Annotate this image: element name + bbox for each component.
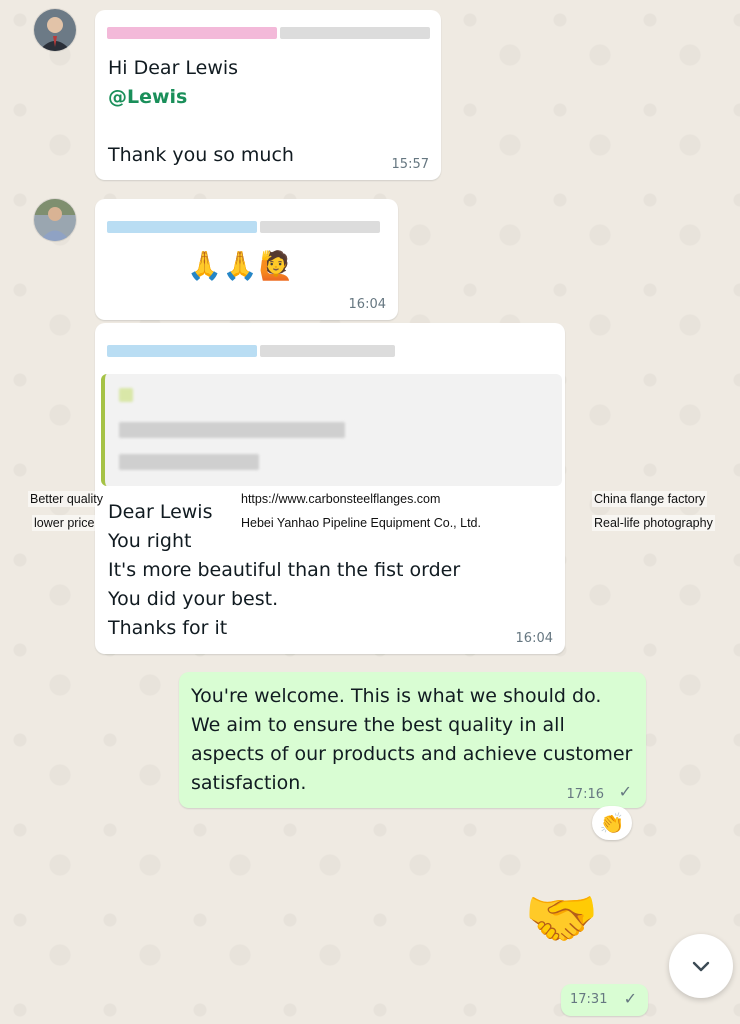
watermark-text: Better quality	[28, 491, 105, 507]
message-text: Hi Dear Lewis	[108, 57, 239, 79]
emoji-message: 🙏🙏🙋	[187, 249, 295, 282]
quoted-message[interactable]	[101, 374, 562, 486]
sender-name-redacted	[107, 221, 380, 233]
message-timestamp: 17:16	[566, 787, 604, 802]
sender-avatar[interactable]	[34, 9, 76, 51]
scroll-down-button[interactable]	[669, 934, 733, 998]
watermark-text: lower price	[32, 515, 97, 531]
watermark-text: Real-life photography	[592, 515, 715, 531]
incoming-message-bubble[interactable]: Dear Lewis You right It's more beautiful…	[95, 323, 565, 654]
outgoing-message-bubble[interactable]: 17:31 ✓	[561, 984, 648, 1016]
message-timestamp: 15:57	[391, 157, 429, 172]
mention-link[interactable]: @Lewis	[108, 83, 187, 112]
sender-name-redacted	[107, 345, 395, 357]
message-timestamp: 17:31	[570, 992, 608, 1007]
incoming-message-bubble[interactable]: 🙏🙏🙋 16:04	[95, 199, 398, 320]
message-timestamp: 16:04	[515, 631, 553, 646]
person-avatar-icon	[34, 199, 76, 241]
sender-avatar[interactable]	[34, 199, 76, 241]
incoming-message-bubble[interactable]: Hi Dear Lewis @Lewis Thank you so much 1…	[95, 10, 441, 180]
double-check-icon: ✓	[623, 989, 637, 1008]
chevron-down-icon	[692, 961, 710, 972]
watermark-text: Hebei Yanhao Pipeline Equipment Co., Ltd…	[239, 515, 483, 531]
watermark-text: https://www.carbonsteelflanges.com	[239, 491, 443, 507]
message-reaction[interactable]: 👏	[592, 806, 632, 840]
message-text: You're welcome. This is what we should d…	[191, 685, 633, 794]
watermark-text: China flange factory	[592, 491, 708, 507]
message-text: Thank you so much	[108, 144, 294, 166]
sender-name-redacted	[107, 27, 430, 39]
person-avatar-icon	[34, 9, 76, 51]
message-timestamp: 16:04	[348, 297, 386, 312]
outgoing-message-bubble[interactable]: You're welcome. This is what we should d…	[179, 672, 646, 808]
double-check-icon: ✓	[618, 782, 632, 801]
handshake-sticker[interactable]: 🤝	[524, 884, 599, 954]
